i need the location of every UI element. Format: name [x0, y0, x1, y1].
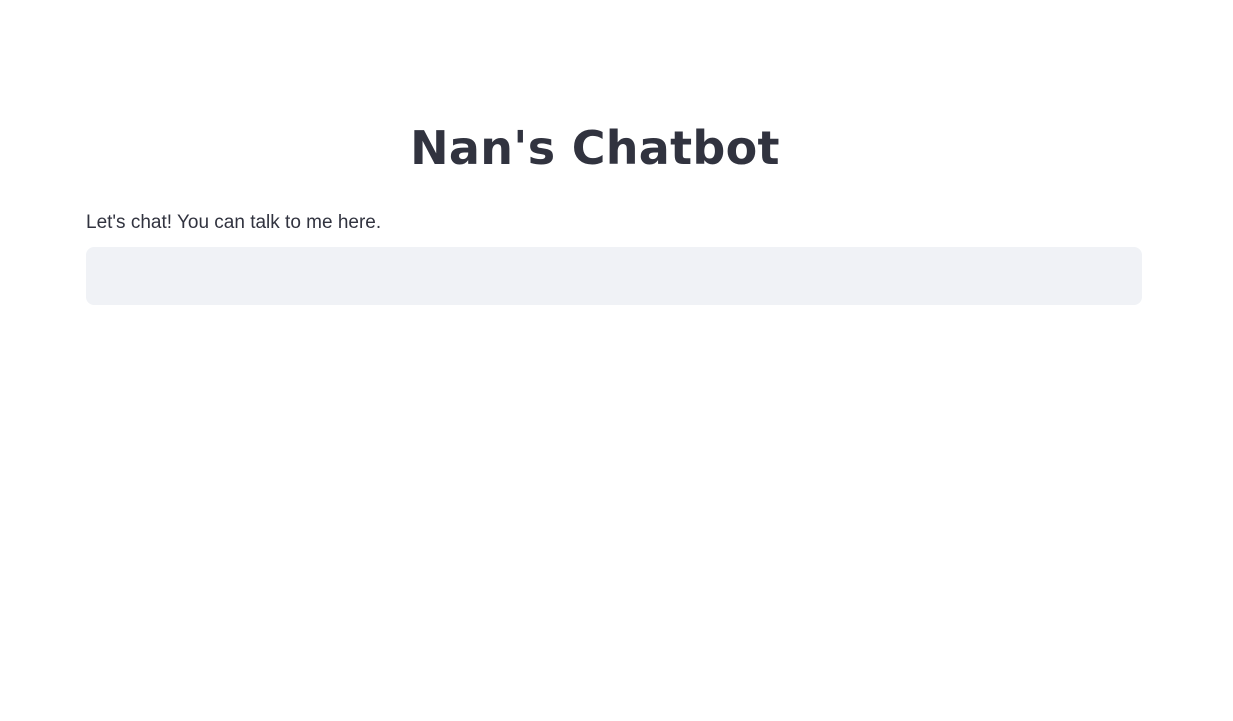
page-title: Nan's Chatbot: [410, 121, 780, 175]
chat-input[interactable]: [86, 247, 1142, 305]
intro-text: Let's chat! You can talk to me here.: [86, 212, 382, 233]
app-container: Nan's Chatbot Let's chat! You can talk t…: [0, 0, 1233, 721]
